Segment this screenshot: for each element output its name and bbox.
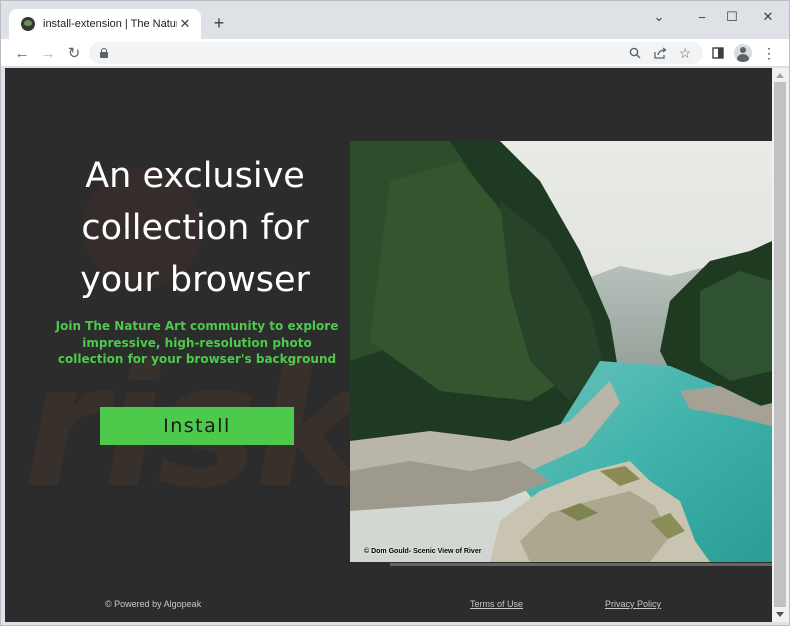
back-button[interactable]: ←: [11, 42, 33, 64]
powered-by-text: © Powered by Algopeak: [105, 599, 202, 609]
minimize-button[interactable]: −: [689, 6, 715, 28]
scrollbar-thumb[interactable]: [774, 82, 786, 607]
nature-art-favicon-icon: [21, 17, 35, 31]
terms-of-use-link[interactable]: Terms of Use: [470, 599, 523, 609]
install-button[interactable]: Install: [100, 407, 294, 445]
address-bar[interactable]: ☆: [89, 42, 703, 64]
browser-tab[interactable]: install-extension | The Nature Art ✕: [9, 9, 201, 39]
profile-icon[interactable]: [734, 44, 752, 62]
photo-credit: © Dom Gould- Scenic View of River: [364, 548, 482, 555]
river-photo-illustration: [350, 141, 772, 562]
photo-underline: [390, 563, 772, 566]
new-tab-button[interactable]: +: [209, 13, 229, 33]
reload-button[interactable]: ↻: [63, 42, 85, 64]
lock-icon[interactable]: [100, 48, 108, 58]
privacy-policy-link[interactable]: Privacy Policy: [605, 599, 661, 609]
tab-strip: install-extension | The Nature Art ✕ + ⌄…: [1, 1, 789, 39]
close-window-button[interactable]: ✕: [755, 6, 781, 28]
page-viewport: risk. An exclusive collection for your b…: [5, 68, 772, 622]
search-icon[interactable]: [626, 44, 644, 62]
share-icon[interactable]: [651, 44, 669, 62]
forward-button[interactable]: →: [37, 42, 59, 64]
more-menu-icon[interactable]: ⋮: [758, 42, 780, 64]
tab-search-icon[interactable]: ⌄: [646, 6, 672, 28]
river-photo: © Dom Gould- Scenic View of River: [350, 141, 772, 562]
maximize-button[interactable]: ☐: [719, 6, 745, 28]
tab-close-icon[interactable]: ✕: [177, 16, 193, 32]
side-panel-icon[interactable]: [707, 42, 729, 64]
tab-title: install-extension | The Nature Art: [43, 18, 177, 30]
browser-toolbar: ← → ↻ ☆ ⋮: [1, 39, 789, 67]
scroll-up-arrow-icon[interactable]: [776, 73, 784, 78]
browser-window: install-extension | The Nature Art ✕ + ⌄…: [0, 0, 790, 626]
page-subtitle: Join The Nature Art community to explore…: [55, 319, 339, 366]
page-title: An exclusive collection for your browser: [80, 156, 310, 300]
scroll-down-arrow-icon[interactable]: [776, 612, 784, 617]
vertical-scrollbar[interactable]: [772, 68, 789, 622]
bookmark-star-icon[interactable]: ☆: [676, 44, 694, 62]
